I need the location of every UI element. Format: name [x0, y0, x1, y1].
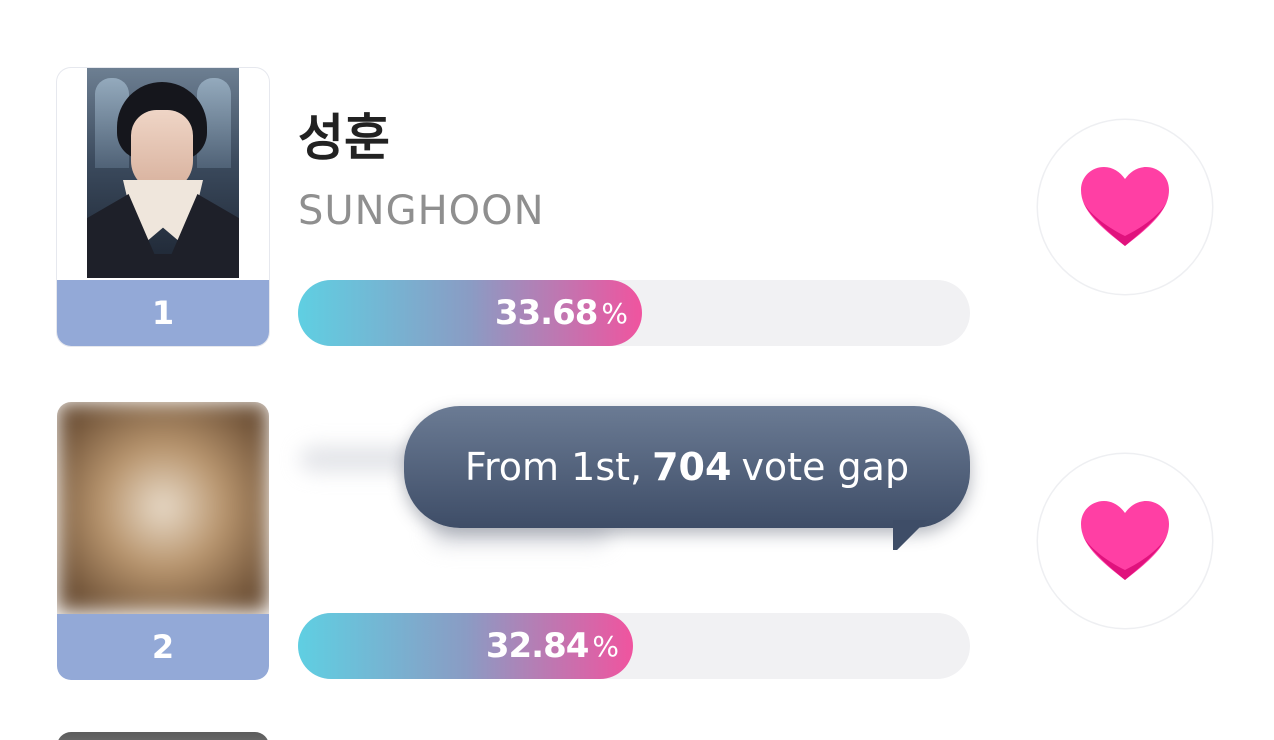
vote-percentage: 32.84 [485, 626, 590, 666]
candidate-name-korean: 성훈 [298, 109, 390, 167]
heart-icon [1081, 501, 1169, 580]
blurred-name [300, 446, 420, 472]
vote-progress-bar: 32.84 % [298, 613, 970, 679]
vote-percentage: 33.68 [494, 293, 599, 333]
percent-unit: % [601, 296, 628, 330]
heart-icon [1081, 167, 1169, 246]
vote-button-2[interactable] [1038, 454, 1212, 628]
rank-badge: 1 [57, 280, 269, 346]
rank-badge: 2 [57, 614, 269, 680]
tooltip-tail [893, 520, 927, 550]
candidate-card-1[interactable]: 1 [57, 68, 269, 346]
candidate-name-english: SUNGHOON [298, 188, 545, 234]
vote-gap-tooltip: From 1st, 704 vote gap [404, 406, 970, 528]
percent-unit: % [592, 629, 619, 663]
candidate-card-2[interactable]: 2 [57, 402, 269, 680]
vote-progress-fill: 32.84 % [298, 613, 633, 679]
tooltip-prefix: From 1st, [464, 445, 643, 489]
vote-ranking-screen: 1 성훈 SUNGHOON 33.68 % 2 32.84 % From 1st… [0, 0, 1274, 740]
vote-progress-bar: 33.68 % [298, 280, 970, 346]
candidate-photo [87, 68, 239, 278]
vote-button-1[interactable] [1038, 120, 1212, 294]
candidate-photo-blurred [57, 402, 269, 612]
candidate-card-3[interactable] [57, 732, 269, 740]
tooltip-gap-value: 704 [652, 445, 732, 489]
vote-progress-fill: 33.68 % [298, 280, 642, 346]
tooltip-suffix: vote gap [741, 445, 910, 489]
